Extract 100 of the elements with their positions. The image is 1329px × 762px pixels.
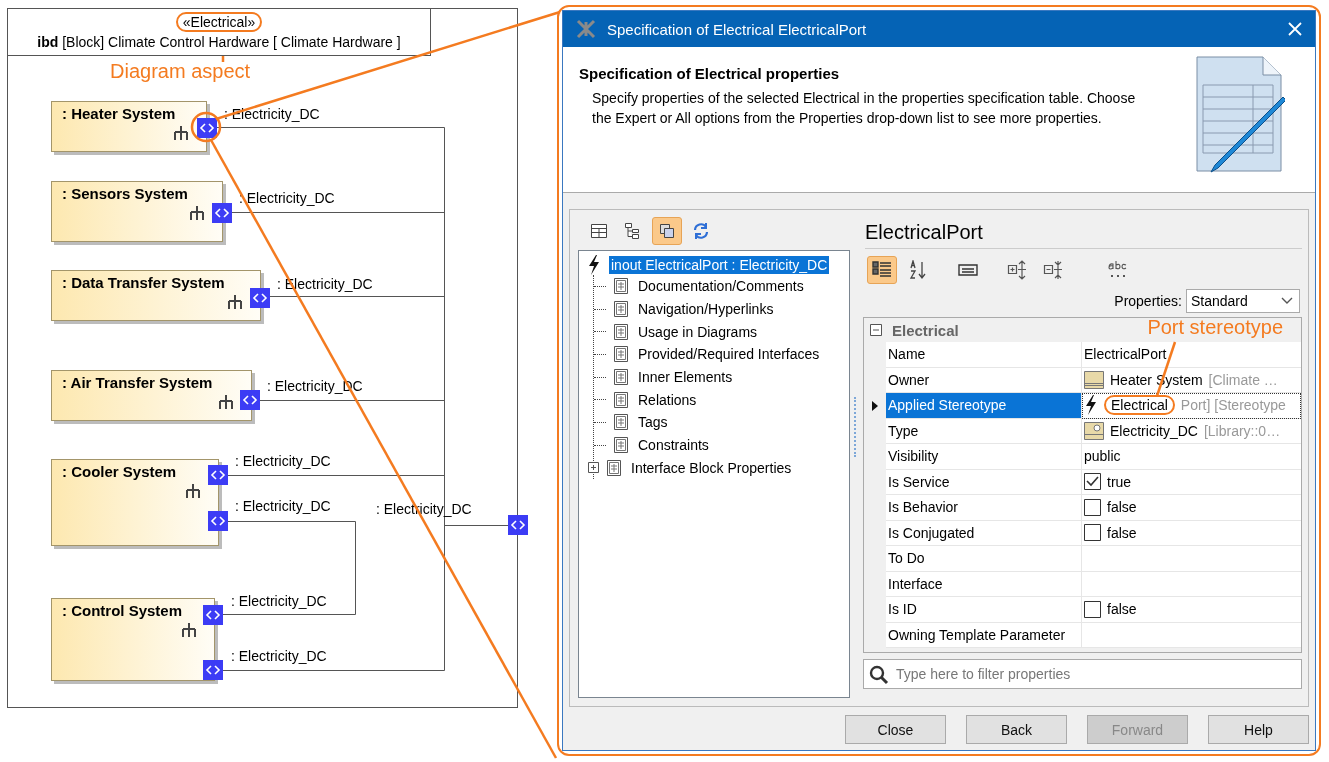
port-icon[interactable]: [250, 288, 270, 308]
part-name: : Air Transfer System: [62, 374, 213, 391]
port-label: : Electricity_DC: [231, 648, 327, 664]
part-block[interactable]: : Air Transfer System: [51, 370, 252, 421]
dialog-button[interactable]: Close: [845, 715, 946, 744]
tree-item[interactable]: inout ElectricalPort : Electricity_DC: [609, 256, 830, 274]
property-name[interactable]: Is Service: [886, 469, 1082, 495]
port-icon[interactable]: [208, 465, 228, 485]
property-name[interactable]: Visibility: [886, 444, 1082, 470]
port-icon[interactable]: [240, 390, 260, 410]
property-value: ElectricalPort: [1084, 346, 1167, 363]
property-value: Electricity_DC: [1110, 422, 1198, 439]
property-name[interactable]: Is Behavior: [886, 495, 1082, 521]
tree-item[interactable]: Interface Block Properties: [629, 458, 794, 477]
search-icon: [869, 665, 889, 685]
table-icon: [590, 222, 608, 240]
property-name[interactable]: Name: [886, 342, 1082, 368]
toolbar-button[interactable]: [867, 256, 897, 284]
property-value: true: [1107, 473, 1132, 490]
description-icon: [958, 264, 978, 276]
part-block[interactable]: : Data Transfer System: [51, 270, 261, 321]
port-icon[interactable]: [508, 515, 528, 535]
diagram-title: ibd [Block] Climate Control Hardware [ Climate Hardware ]: [37, 33, 401, 52]
port-icon[interactable]: [203, 605, 223, 625]
property-name[interactable]: Interface: [886, 571, 1082, 597]
page-icon: [612, 322, 630, 341]
properties-label: Properties:: [1114, 293, 1182, 309]
property-value: false: [1107, 499, 1137, 516]
part-block[interactable]: : Heater System: [51, 101, 207, 152]
element-title: ElectricalPort: [865, 216, 1302, 249]
sort-icon: [909, 260, 927, 280]
tree-item[interactable]: Inner Elements: [636, 368, 735, 387]
overlap-squares-icon: [658, 222, 676, 240]
page-icon: [612, 390, 630, 409]
part-name: : Data Transfer System: [62, 274, 225, 291]
chevron-down-icon: [1281, 297, 1293, 305]
tree-item[interactable]: Navigation/Hyperlinks: [636, 300, 776, 319]
app-icon: [575, 18, 597, 40]
properties-dropdown[interactable]: Standard: [1186, 289, 1300, 313]
part-block[interactable]: : Control System: [51, 598, 215, 681]
diagram-stereotype: «Electrical»: [175, 12, 263, 32]
checkbox[interactable]: [1084, 524, 1101, 542]
checkbox[interactable]: [1084, 473, 1101, 491]
port-label: : Electricity_DC: [239, 190, 335, 206]
property-qualifier: [Library::0…: [1203, 422, 1281, 439]
filter-field[interactable]: Type here to filter properties: [863, 659, 1302, 689]
property-name[interactable]: Owning Template Parameter: [886, 622, 1082, 648]
lightning-icon: [1084, 395, 1098, 416]
spelling-icon: [1107, 260, 1129, 280]
fork-icon: [186, 484, 200, 498]
dialog-heading: Specification of Electrical properties: [579, 65, 841, 82]
property-qualifier: [Climate …: [1208, 371, 1278, 388]
expand-arrow-icon[interactable]: [872, 400, 878, 411]
property-value: Electrical: [1104, 395, 1175, 416]
page-icon: [612, 277, 630, 296]
expand-icon[interactable]: [588, 462, 599, 474]
property-qualifier: Port] [Stereotype: [1180, 397, 1286, 414]
dialog-button[interactable]: Help: [1208, 715, 1309, 744]
property-name[interactable]: Owner: [886, 367, 1082, 393]
checkbox[interactable]: [1084, 600, 1101, 618]
property-name[interactable]: To Do: [886, 546, 1082, 572]
toolbar-button[interactable]: [652, 217, 682, 245]
property-value: false: [1107, 601, 1137, 618]
collapse-icon[interactable]: [870, 324, 882, 336]
tree-item[interactable]: Usage in Diagrams: [636, 322, 760, 341]
close-icon[interactable]: [1287, 21, 1303, 37]
fork-icon: [228, 295, 242, 309]
page-icon: [605, 458, 623, 477]
part-name: : Sensors System: [62, 185, 188, 202]
checkbox[interactable]: [1084, 498, 1101, 516]
part-block[interactable]: : Cooler System: [51, 459, 219, 546]
property-name[interactable]: Is ID: [886, 597, 1082, 623]
property-name[interactable]: Applied Stereotype: [886, 393, 1082, 419]
part-name: : Cooler System: [62, 463, 177, 480]
refresh-icon: [692, 222, 710, 240]
group-name: Electrical: [892, 321, 959, 339]
block-icon: [1084, 370, 1104, 389]
tree-item[interactable]: Relations: [636, 390, 699, 409]
fork-icon: [190, 206, 204, 220]
dialog-description: Specify properties of the selected Electrical in the properties specification table. Choose the Expert or All options from the Properties drop-down list to see more properties.: [592, 89, 1137, 128]
port-icon[interactable]: [203, 660, 223, 680]
tree-icon: [624, 222, 642, 240]
port-icon[interactable]: [208, 511, 228, 531]
highlight-ellipse: [190, 111, 222, 143]
tree-item[interactable]: Constraints: [636, 436, 711, 455]
property-name[interactable]: Type: [886, 418, 1082, 444]
part-name: : Heater System: [62, 105, 176, 122]
property-name[interactable]: Is Conjugated: [886, 520, 1082, 546]
dialog-button[interactable]: Back: [966, 715, 1067, 744]
tree-item[interactable]: Provided/Required Interfaces: [636, 345, 822, 364]
page-icon: [612, 436, 630, 455]
port-icon[interactable]: [197, 118, 217, 138]
port-label: : Electricity_DC: [235, 498, 331, 514]
tree-item[interactable]: Documentation/Comments: [636, 277, 806, 296]
part-block[interactable]: : Sensors System: [51, 181, 223, 242]
tree-item[interactable]: Tags: [636, 413, 670, 432]
page-icon: [612, 345, 630, 364]
port-icon[interactable]: [212, 203, 232, 223]
page-icon: [612, 368, 630, 387]
port-label: : Electricity_DC: [235, 453, 331, 469]
